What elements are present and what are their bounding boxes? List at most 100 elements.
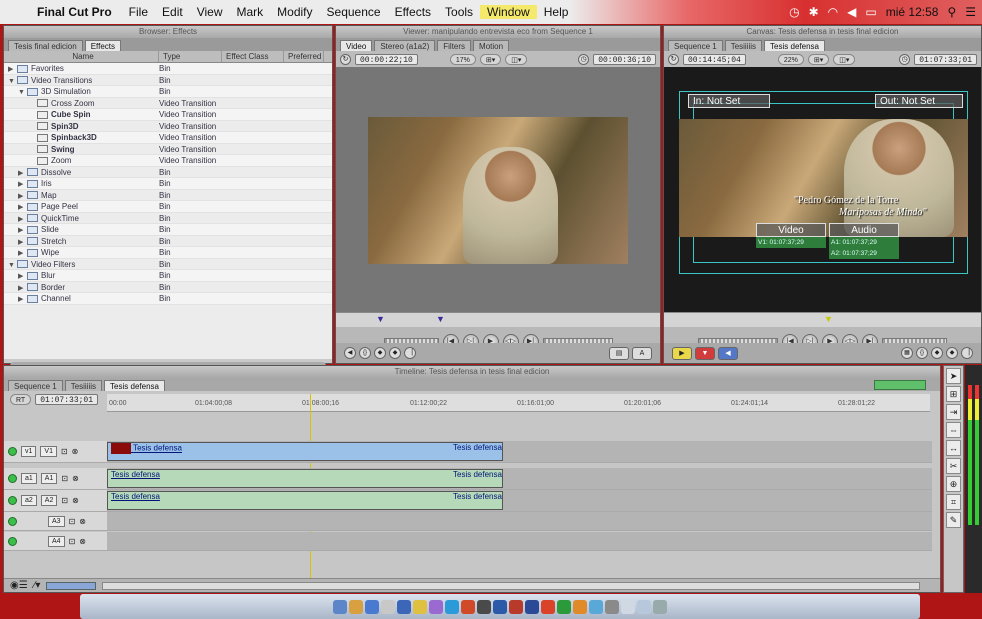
itunes-icon[interactable]	[429, 599, 443, 614]
out-point-icon[interactable]: ▼	[436, 314, 445, 324]
firefox-icon[interactable]	[461, 599, 475, 614]
col-effect-class[interactable]: Effect Class	[222, 51, 284, 62]
tab-tesis-defensa[interactable]: Tesis defensa	[104, 380, 165, 391]
list-item[interactable]: ▶ Slide Bin	[4, 224, 332, 236]
trash-icon[interactable]	[653, 599, 667, 614]
viewer-title[interactable]: Viewer: manipulando entrevista eco from …	[336, 26, 660, 38]
snapping-toggle[interactable]	[874, 380, 926, 390]
mark-clip-icon[interactable]: {}	[916, 347, 928, 359]
disclosure-triangle-icon[interactable]: ▶	[18, 294, 27, 304]
track-a2-area[interactable]: Tesis defensa Tesis defensa	[107, 490, 932, 511]
list-item[interactable]: Spin3D Video Transition	[4, 121, 332, 132]
disclosure-triangle-icon[interactable]: ▶	[18, 248, 27, 258]
list-item[interactable]: ▶ Map Bin	[4, 190, 332, 201]
pen-tool-icon[interactable]: ✎	[946, 512, 961, 528]
timeline-title[interactable]: Timeline: Tesis defensa in tesis final e…	[4, 366, 940, 378]
playhead-icon[interactable]: ▼	[824, 314, 833, 324]
list-item[interactable]: ▶ Border Bin	[4, 282, 332, 293]
tab-tesiiiiis[interactable]: Tesiiiiis	[724, 40, 763, 51]
list-item[interactable]: Cube Spin Video Transition	[4, 109, 332, 121]
wifi-icon[interactable]: ◠	[828, 5, 838, 19]
list-item[interactable]: ▼ Video Filters Bin	[4, 259, 332, 270]
add-marker-icon[interactable]: ◆	[389, 347, 401, 359]
col-preferred[interactable]: Preferred	[284, 51, 324, 62]
disclosure-triangle-icon[interactable]: ▶	[18, 168, 27, 178]
menu-mark[interactable]: Mark	[230, 5, 271, 19]
list-item[interactable]: ▶ Wipe Bin	[4, 247, 332, 259]
clip-a2[interactable]: Tesis defensa Tesis defensa	[107, 491, 503, 510]
skype-icon[interactable]	[445, 599, 459, 614]
add-keyframe-icon[interactable]: ◆	[931, 347, 943, 359]
add-keyframe-icon[interactable]: ◆	[374, 347, 386, 359]
source-a2[interactable]: a2	[21, 495, 37, 506]
bluetooth-icon[interactable]: ✱	[809, 5, 819, 19]
list-item[interactable]: ▶ Channel Bin	[4, 293, 332, 305]
add-marker-icon[interactable]: ◆	[946, 347, 958, 359]
powerpoint-icon[interactable]	[541, 599, 555, 614]
track-visibility-icon[interactable]	[8, 447, 17, 456]
lock-icon[interactable]: ⊡	[61, 447, 68, 456]
time-machine-icon[interactable]: ◷	[789, 5, 799, 19]
final-cut-icon[interactable]	[477, 599, 491, 614]
shuttle-icon[interactable]: ↻	[668, 53, 679, 65]
view-options-icon[interactable]: ⊞▾	[479, 53, 502, 65]
tab-stereo[interactable]: Stereo (a1a2)	[374, 40, 436, 51]
autoselect-icon[interactable]: ⊗	[79, 517, 86, 526]
illustrator-icon[interactable]	[509, 599, 523, 614]
viewer-duration[interactable]: 00:00:22;10	[355, 53, 418, 65]
battery-icon[interactable]: ▭	[865, 5, 876, 19]
disclosure-triangle-icon[interactable]: ▶	[18, 271, 27, 281]
autoselect-icon[interactable]: ⊗	[79, 537, 86, 546]
menu-tools[interactable]: Tools	[438, 5, 480, 19]
disclosure-triangle-icon[interactable]: ▶	[8, 64, 17, 74]
autoselect-icon[interactable]: ⊗	[72, 447, 79, 456]
timeline-current-tc[interactable]: 01:07:33;01	[35, 394, 99, 405]
roll-tool-icon[interactable]: ⇔	[946, 422, 961, 438]
selection-tool-icon[interactable]: ➤	[946, 368, 961, 384]
track-audible-icon[interactable]	[8, 496, 17, 505]
dest-a4[interactable]: A4	[48, 535, 65, 547]
track-a4-area[interactable]	[107, 532, 932, 550]
track-audible-icon[interactable]	[8, 516, 17, 526]
lock-icon[interactable]: ⊡	[69, 517, 76, 526]
mark-clip-icon[interactable]: {}	[359, 347, 371, 359]
viewer-scrubber[interactable]: ▼ ▼	[336, 312, 660, 328]
razor-tool-icon[interactable]: ✂	[946, 458, 961, 474]
volume-icon[interactable]: ◀	[847, 5, 856, 19]
list-item[interactable]: Zoom Video Transition	[4, 155, 332, 167]
disclosure-triangle-icon[interactable]: ▶	[18, 202, 27, 212]
track-audible-icon[interactable]	[8, 474, 17, 483]
browser-title[interactable]: Browser: Effects	[4, 26, 332, 38]
timeline-scrollbar[interactable]	[102, 581, 920, 590]
menu-file[interactable]: File	[122, 5, 155, 19]
lock-icon[interactable]: ⊡	[61, 496, 68, 505]
tab-tesis-final[interactable]: Tesis final edicion	[8, 40, 83, 51]
edit-select-tool-icon[interactable]: ⊞	[946, 386, 961, 402]
canvas-video-frame[interactable]	[679, 119, 968, 237]
disclosure-triangle-icon[interactable]: ▶	[18, 283, 27, 293]
timeline-ruler[interactable]: 00:00 01:04:00;08 01:08:00;16 01:12:00;2…	[107, 394, 930, 412]
dest-v1[interactable]: V1	[40, 446, 57, 457]
match-frame-icon[interactable]: ◀	[344, 347, 356, 359]
system-prefs-icon[interactable]	[605, 599, 619, 614]
menu-window[interactable]: Window	[480, 5, 537, 19]
slip-tool-icon[interactable]: ↔	[946, 440, 961, 456]
autoselect-icon[interactable]: ⊗	[72, 474, 79, 483]
list-item[interactable]: ▶ Stretch Bin	[4, 236, 332, 247]
dest-a1[interactable]: A1	[40, 473, 58, 484]
list-item[interactable]: ▶ Blur Bin	[4, 270, 332, 282]
dashboard-icon[interactable]	[349, 599, 363, 614]
mail-icon[interactable]	[381, 599, 395, 614]
list-item[interactable]: Spinback3D Video Transition	[4, 132, 332, 144]
view-options-icon[interactable]: ⊞▾	[807, 53, 830, 65]
zoom-slider[interactable]	[46, 581, 97, 590]
mark-in-icon[interactable]: ▕	[404, 347, 416, 359]
tab-effects[interactable]: Effects	[84, 40, 122, 51]
list-item[interactable]: ▼ 3D Simulation Bin	[4, 86, 332, 98]
track-height-icon[interactable]: ◉☰	[10, 580, 28, 591]
tab-tesis-defensa[interactable]: Tesis defensa	[764, 40, 825, 51]
list-item[interactable]: Swing Video Transition	[4, 144, 332, 155]
shuttle-icon[interactable]: ↻	[340, 53, 351, 65]
menu-effects[interactable]: Effects	[388, 5, 438, 19]
in-point-icon[interactable]: ▼	[376, 314, 385, 324]
